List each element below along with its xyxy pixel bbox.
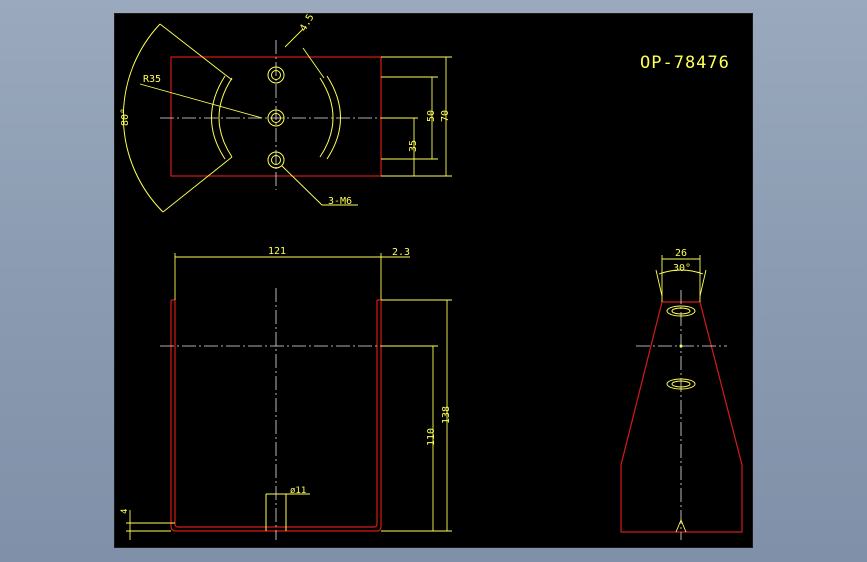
hole-diameter-label: ø11	[290, 486, 306, 496]
thickness-label: 2.3	[392, 247, 410, 258]
side-angle-label: 30°	[673, 263, 691, 274]
side-view: 26 30°	[620, 248, 743, 540]
front-view: 121 2.3 138 110 ø11 4	[120, 246, 452, 540]
height-label: 138	[441, 406, 452, 424]
side-width-label: 26	[675, 248, 687, 259]
side-profile-outline	[620, 301, 743, 533]
radius-label: R35	[143, 74, 161, 85]
width-label: 121	[268, 246, 286, 257]
angle-label: 80°	[120, 108, 131, 126]
thread-label: 3-M6	[328, 196, 352, 207]
hole-height-label: 110	[426, 428, 437, 446]
dim-50-label: 50	[426, 110, 437, 122]
base-label: 4	[120, 509, 130, 514]
part-number: OP-78476	[640, 53, 730, 73]
cad-viewport: R35 80° 4.5 3-M6 70 50 35 OP-78476 121 2…	[0, 0, 867, 562]
cad-drawing: R35 80° 4.5 3-M6 70 50 35 OP-78476 121 2…	[120, 12, 743, 540]
top-view: R35 80° 4.5 3-M6 70 50 35	[120, 12, 452, 213]
dim-35-label: 35	[408, 140, 419, 152]
slot-width-label: 4.5	[298, 12, 317, 33]
dim-70-label: 70	[440, 110, 451, 122]
